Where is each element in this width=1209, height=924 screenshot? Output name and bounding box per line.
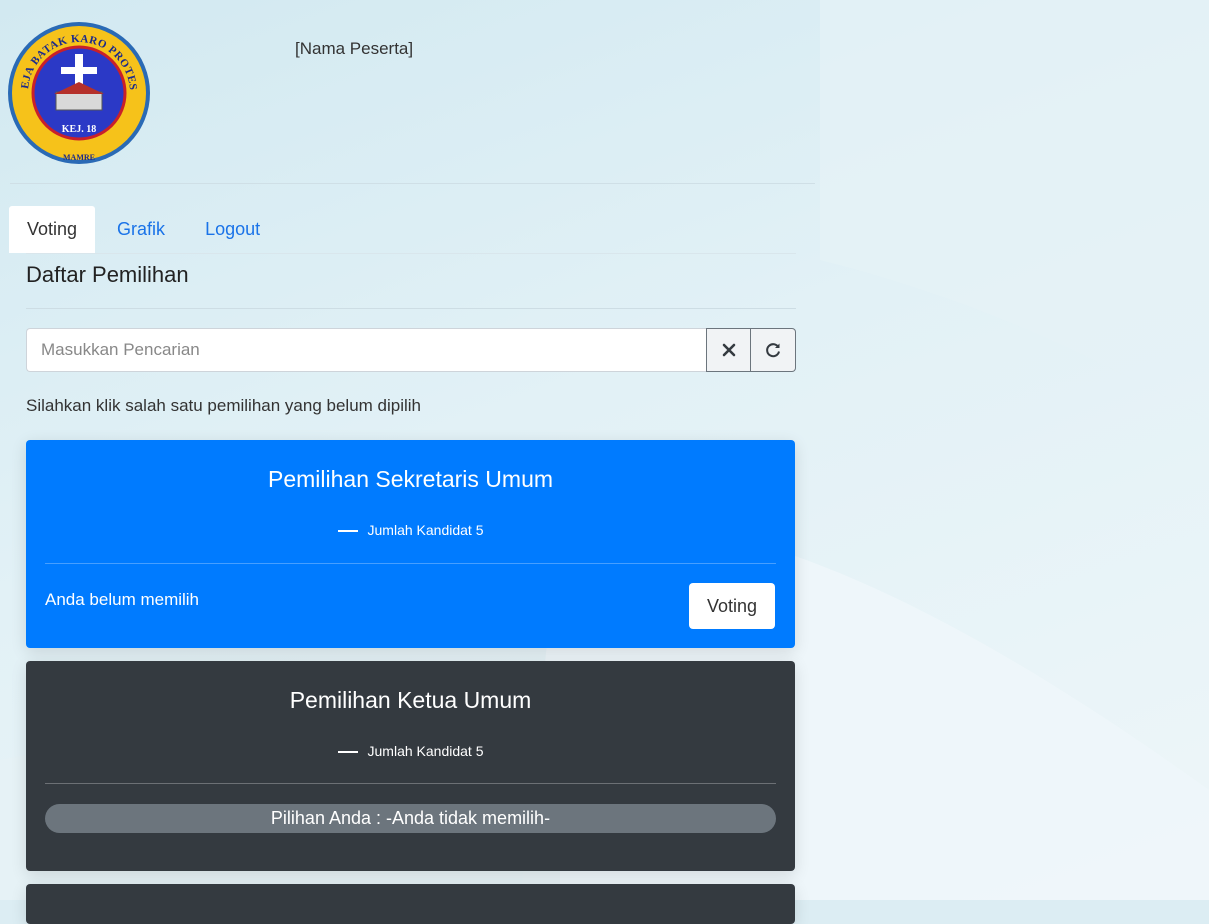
header: GEREJA BATAK KARO PROTESTAN MAMRE KEJ. 1… xyxy=(0,0,815,184)
tabs-divider xyxy=(26,253,796,254)
dash-icon xyxy=(337,751,358,754)
card-divider xyxy=(45,563,776,564)
logo-bottom-text: MAMRE xyxy=(63,153,95,162)
candidate-count-text: Jumlah Kandidat 5 xyxy=(367,522,484,538)
election-title: Pemilihan Ketua Umum xyxy=(289,687,532,713)
election-title: Pemilihan Sekretaris Umum xyxy=(267,466,554,492)
election-card-next[interactable] xyxy=(26,884,795,924)
instruction-text: Silahkan klik salah satu pemilihan yang … xyxy=(26,396,422,415)
candidate-count: Jumlah Kandidat 5 xyxy=(26,522,795,538)
refresh-button[interactable] xyxy=(751,328,796,372)
page-title: Daftar Pemilihan xyxy=(26,262,189,287)
church-logo: GEREJA BATAK KARO PROTESTAN MAMRE KEJ. 1… xyxy=(6,20,150,164)
tab-grafik[interactable]: Grafik xyxy=(99,206,183,253)
dash-icon xyxy=(337,530,358,533)
close-icon xyxy=(722,343,735,357)
nav-tabs: Voting Grafik Logout xyxy=(9,206,278,253)
candidate-count-text: Jumlah Kandidat 5 xyxy=(367,743,484,759)
main-container: GEREJA BATAK KARO PROTESTAN MAMRE KEJ. 1… xyxy=(0,0,815,924)
election-card-ketua[interactable]: Pemilihan Ketua Umum Jumlah Kandidat 5 P… xyxy=(26,661,795,871)
voting-button[interactable]: Voting xyxy=(689,583,775,629)
vote-status: Anda belum memilih xyxy=(45,590,200,609)
candidate-count: Jumlah Kandidat 5 xyxy=(26,743,795,759)
tab-logout[interactable]: Logout xyxy=(187,206,278,253)
election-card-sekretaris[interactable]: Pemilihan Sekretaris Umum Jumlah Kandida… xyxy=(26,440,795,648)
card-divider xyxy=(45,783,776,784)
title-divider xyxy=(26,308,796,309)
participant-name: [Nama Peserta] xyxy=(295,39,414,58)
refresh-icon xyxy=(766,343,780,358)
search-input[interactable] xyxy=(26,328,706,372)
header-divider xyxy=(10,183,815,184)
logo-inner-text: KEJ. 18 xyxy=(62,124,96,135)
search-group xyxy=(26,328,796,372)
clear-search-button[interactable] xyxy=(706,328,751,372)
tab-voting[interactable]: Voting xyxy=(9,206,96,253)
choice-badge: Pilihan Anda : -Anda tidak memilih- xyxy=(45,804,776,833)
